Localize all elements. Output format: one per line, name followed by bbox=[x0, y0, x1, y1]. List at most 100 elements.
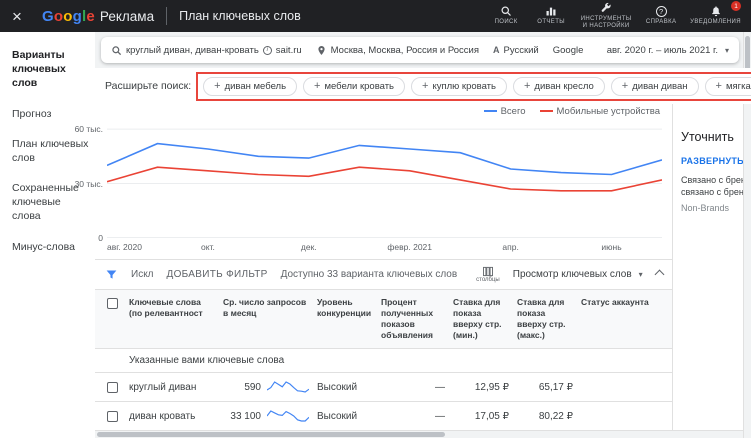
refine-keywords-panel: Уточнить РАЗВЕРНУТЬ ВСЕ Связано с брендо… bbox=[672, 104, 751, 438]
column-header[interactable]: Статус аккаунта bbox=[581, 295, 672, 343]
brand-suffix: Реклама bbox=[99, 8, 155, 24]
filter-bar: Искл ДОБАВИТЬ ФИЛЬТР Доступно 33 вариант… bbox=[95, 259, 672, 289]
logo-letter: o bbox=[53, 7, 64, 25]
refine-option[interactable]: Связано с брендом bbox=[681, 175, 751, 185]
info-icon: i bbox=[262, 45, 272, 55]
x-axis-tick: дек. bbox=[300, 242, 317, 252]
column-header[interactable]: Ср. число запросов в месяц bbox=[223, 295, 317, 343]
avg-searches-cell: 590 bbox=[223, 380, 317, 394]
main-content: круглый диван, диван-кровать i sait.ru М… bbox=[75, 32, 751, 438]
horizontal-scrollbar[interactable] bbox=[95, 430, 751, 438]
columns-button[interactable]: столбцы bbox=[476, 266, 500, 283]
sidebar-item-negative-keywords[interactable]: Минус-слова bbox=[0, 232, 95, 262]
keyword-view-selector[interactable]: Просмотр ключевых слов ▾ bbox=[513, 269, 643, 280]
keyword-chip[interactable]: + мебели кровать bbox=[303, 76, 406, 96]
location-pin-icon bbox=[316, 45, 327, 56]
avg-searches-value: 33 100 bbox=[230, 410, 261, 422]
topbar: × G o o g l e Реклама План ключевых слов… bbox=[0, 0, 751, 32]
add-filter-button[interactable]: ДОБАВИТЬ ФИЛЬТР bbox=[167, 269, 268, 280]
page-title: План ключевых слов bbox=[179, 9, 301, 23]
table-row[interactable]: круглый диван 590 Высокий — 12,95 ₽ 65,1… bbox=[95, 373, 672, 403]
view-selector-label: Просмотр ключевых слов bbox=[512, 269, 632, 280]
reports-action[interactable]: ОТЧЕТЫ bbox=[535, 5, 567, 27]
sidebar-item-keyword-plan[interactable]: План ключевых слов bbox=[0, 129, 95, 173]
chip-label: мебели кровать bbox=[324, 80, 395, 92]
keywords-value: круглый диван, диван-кровать bbox=[126, 44, 259, 56]
topbar-divider bbox=[166, 7, 168, 25]
notifications-action[interactable]: 1 УВЕДОМЛЕНИЯ bbox=[690, 1, 741, 27]
plan-settings-bar: круглый диван, диван-кровать i sait.ru М… bbox=[101, 37, 739, 63]
chip-label: диван мебель bbox=[224, 80, 287, 92]
action-label: ИНСТРУМЕНТЫ И НАСТРОЙКИ bbox=[580, 15, 632, 30]
search-icon bbox=[111, 45, 122, 56]
plus-icon: + bbox=[314, 79, 321, 92]
plus-icon: + bbox=[715, 79, 722, 92]
chip-label: диван кресло bbox=[534, 80, 594, 92]
trend-sparkline bbox=[267, 410, 309, 422]
row-checkbox[interactable] bbox=[106, 381, 118, 393]
keyword-chip[interactable]: + диван диван bbox=[610, 76, 699, 96]
keyword-chip[interactable]: + диван кресло bbox=[512, 76, 605, 96]
expand-all-link[interactable]: РАЗВЕРНУТЬ ВСЕ bbox=[681, 156, 751, 166]
location-segment[interactable]: Москва, Москва, Россия и Россия bbox=[316, 45, 479, 56]
x-axis-tick: февр. 2021 bbox=[387, 242, 433, 252]
reports-icon bbox=[545, 5, 557, 17]
collapse-chevron-icon[interactable] bbox=[654, 269, 665, 280]
keywords-table: Ключевые слова (по релевантност Ср. числ… bbox=[95, 289, 672, 432]
table-row[interactable]: диван кровать 33 100 Высокий — 17,05 ₽ 8… bbox=[95, 402, 672, 432]
bell-icon bbox=[710, 5, 722, 17]
search-icon bbox=[500, 5, 512, 17]
keywords-segment[interactable]: круглый диван, диван-кровать i sait.ru bbox=[111, 45, 302, 56]
keyword-chip[interactable]: + куплю кровать bbox=[411, 76, 507, 96]
select-all-checkbox[interactable] bbox=[106, 298, 118, 309]
google-ads-logo[interactable]: G o o g l e Реклама bbox=[42, 8, 154, 25]
chevron-down-icon: ▾ bbox=[638, 270, 643, 279]
language-value: Русский bbox=[503, 44, 539, 56]
columns-icon bbox=[483, 266, 493, 277]
column-header[interactable]: Ключевые слова (по релевантност bbox=[129, 295, 223, 343]
column-header[interactable]: Ставка для показа вверху стр. (мин.) bbox=[453, 295, 517, 343]
bid-high-cell: 65,17 ₽ bbox=[538, 381, 573, 393]
legend-label: Мобильные устройства bbox=[556, 105, 660, 117]
help-action[interactable]: ? СПРАВКА bbox=[645, 5, 677, 27]
action-label: УВЕДОМЛЕНИЯ bbox=[690, 19, 741, 26]
date-range-segment[interactable]: авг. 2020 г. – июль 2021 г. ▾ bbox=[607, 45, 729, 56]
column-header[interactable]: Процент полученных показов объявления bbox=[381, 295, 453, 343]
language-segment[interactable]: A Русский bbox=[493, 45, 539, 56]
legend-item-mobile: Мобильные устройства bbox=[539, 105, 660, 117]
chip-label: куплю кровать bbox=[432, 80, 496, 92]
logo-letter: G bbox=[42, 7, 54, 25]
column-header[interactable]: Уровень конкуренции bbox=[317, 295, 381, 343]
x-axis-tick: апр. bbox=[502, 242, 519, 252]
table-section-row: Указанные вами ключевые слова bbox=[95, 349, 672, 374]
x-axis-tick: окт. bbox=[200, 242, 215, 252]
plus-icon: + bbox=[422, 79, 429, 92]
column-header[interactable]: Ставка для показа вверху стр. (макс.) bbox=[517, 295, 581, 343]
filter-text[interactable]: Искл bbox=[131, 269, 154, 280]
network-segment[interactable]: Google bbox=[553, 45, 584, 56]
refine-option[interactable]: связано с брендом bbox=[681, 187, 751, 197]
tools-settings-action[interactable]: ИНСТРУМЕНТЫ И НАСТРОЙКИ bbox=[580, 2, 632, 31]
expand-search-row: Расширьте поиск: + диван мебель + мебели… bbox=[95, 68, 751, 104]
legend-item-total: Всего bbox=[483, 106, 526, 117]
bid-low-cell: 17,05 ₽ bbox=[474, 410, 509, 422]
y-axis-tick: 30 тыс. bbox=[74, 178, 103, 189]
bid-high-cell: 80,22 ₽ bbox=[538, 410, 573, 422]
horizontal-scrollbar-thumb[interactable] bbox=[97, 432, 445, 437]
help-icon: ? bbox=[655, 5, 667, 17]
row-checkbox[interactable] bbox=[106, 410, 118, 422]
logo-letter: g bbox=[72, 7, 82, 25]
location-value: Москва, Москва, Россия и Россия bbox=[330, 44, 479, 56]
keyword-chip[interactable]: + диван мебель bbox=[203, 76, 298, 96]
bid-low-cell: 12,95 ₽ bbox=[474, 381, 509, 393]
impression-share-cell: — bbox=[435, 410, 445, 422]
close-icon[interactable]: × bbox=[12, 8, 30, 25]
search-action[interactable]: ПОИСК bbox=[490, 5, 522, 27]
sidebar-item-keyword-ideas[interactable]: Варианты ключевых слов bbox=[0, 40, 95, 99]
action-label: СПРАВКА bbox=[645, 18, 677, 25]
google-ads-keyword-planner: × G o o g l e Реклама План ключевых слов… bbox=[0, 0, 751, 438]
keyword-chip[interactable]: + мягкая мебель кровать bbox=[704, 76, 751, 96]
translate-icon: A bbox=[492, 45, 500, 55]
competition-cell: Высокий bbox=[317, 410, 358, 422]
filter-funnel-icon[interactable] bbox=[105, 268, 118, 281]
